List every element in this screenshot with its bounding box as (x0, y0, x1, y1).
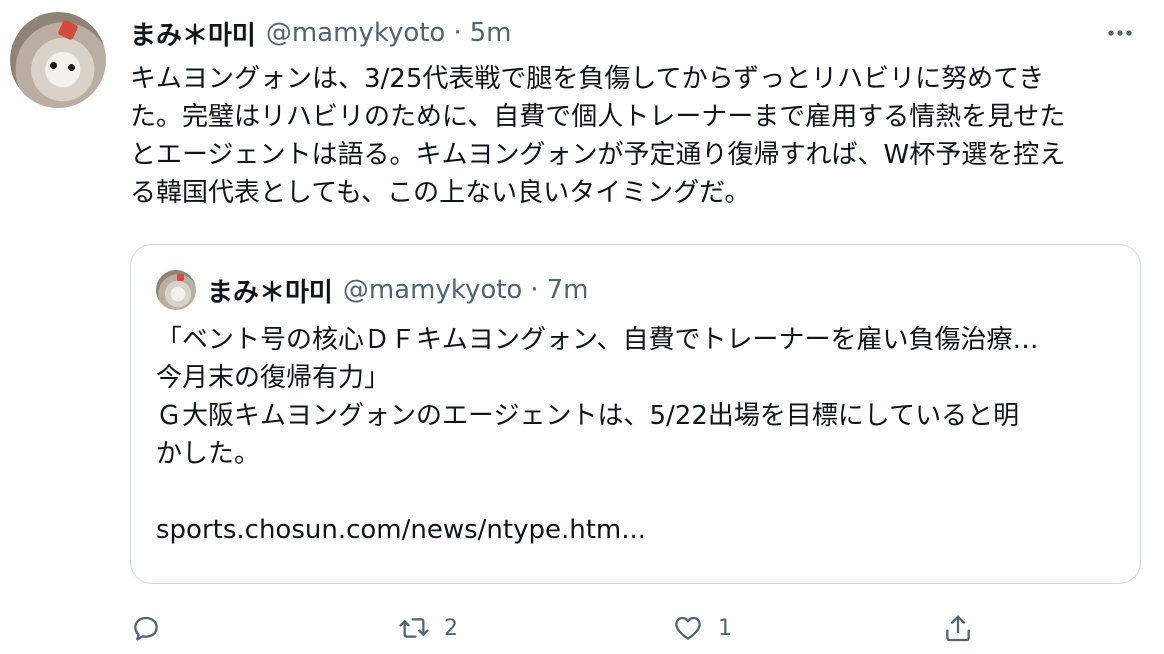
tweet-timestamp[interactable]: 5m (470, 18, 512, 48)
reply-icon (134, 616, 158, 641)
tweet-header: まみ＊마미 @mamykyoto · 5m (130, 15, 512, 52)
like-button[interactable]: 1 (672, 608, 732, 648)
tweet-text-line: る韓国代表としても、この上ない良いタイミングだ。 (130, 178, 751, 208)
quoted-avatar-hat (177, 274, 184, 281)
avatar[interactable] (10, 12, 106, 108)
retweet-count: 2 (444, 615, 458, 641)
like-count: 1 (718, 615, 732, 641)
quoted-avatar (156, 270, 196, 310)
more-dots-graphic (1108, 30, 1132, 36)
quoted-text-line: 今月末の復帰有力」 (156, 363, 391, 393)
tweet-text-line: とエージェントは語る。キムヨングォンが予定通り復帰すれば、W杯予選を控え (130, 140, 1066, 170)
quoted-link[interactable]: sports.chosun.com/news/ntype.htm... (156, 511, 1116, 549)
tweet-text-line: た。完璧はリハビリのために、自費で個人トレーナーまで雇用する情熱を見せた (130, 102, 1066, 132)
retweet-button[interactable]: 2 (398, 608, 458, 648)
tweet-text: キムヨングォンは、3/25代表戦で腿を負傷してからずっとリハビリに努めてき た。… (130, 60, 1146, 212)
quoted-text-line: かした。 (156, 439, 261, 469)
quoted-tweet[interactable]: まみ＊마미 @mamykyoto · 7m 「ベント号の核心ＤＦキムヨングォン、… (130, 244, 1141, 584)
avatar-eye (50, 62, 57, 69)
quoted-timestamp: 7m (546, 275, 589, 305)
quoted-text-line: 「ベント号の核心ＤＦキムヨングォン、自費でトレーナーを雇い負傷治療… (156, 325, 1039, 355)
retweet-icon (399, 618, 429, 638)
separator-dot: · (453, 18, 462, 48)
author-handle[interactable]: @mamykyoto (266, 18, 446, 48)
quoted-text: 「ベント号の核心ＤＦキムヨングォン、自費でトレーナーを雇い負傷治療… 今月末の復… (156, 321, 1116, 549)
avatar-eye (68, 64, 75, 71)
quoted-header: まみ＊마미 @mamykyoto · 7m (207, 273, 589, 308)
more-horizontal-icon[interactable] (1102, 16, 1138, 50)
quoted-author-name: まみ＊마미 (207, 277, 333, 308)
reply-button[interactable] (130, 608, 162, 648)
quoted-text-spacer (156, 473, 1116, 511)
share-button[interactable] (942, 608, 974, 648)
tweet[interactable]: まみ＊마미 @mamykyoto · 5m キムヨングォンは、3/25代表戦で腿… (0, 0, 1164, 654)
tweet-actions: 2 1 (130, 608, 1130, 648)
quoted-text-line: Ｇ大阪キムヨングォンのエージェントは、5/22出場を目標にしていると明 (156, 401, 1020, 431)
like-icon (675, 616, 701, 640)
tweet-text-line: キムヨングォンは、3/25代表戦で腿を負傷してからずっとリハビリに努めてき (130, 64, 1045, 94)
quoted-author-handle: @mamykyoto (342, 275, 523, 305)
share-icon (946, 615, 970, 642)
author-name[interactable]: まみ＊마미 (130, 15, 256, 52)
quoted-separator-dot: · (530, 275, 539, 305)
avatar-hat (57, 19, 79, 41)
